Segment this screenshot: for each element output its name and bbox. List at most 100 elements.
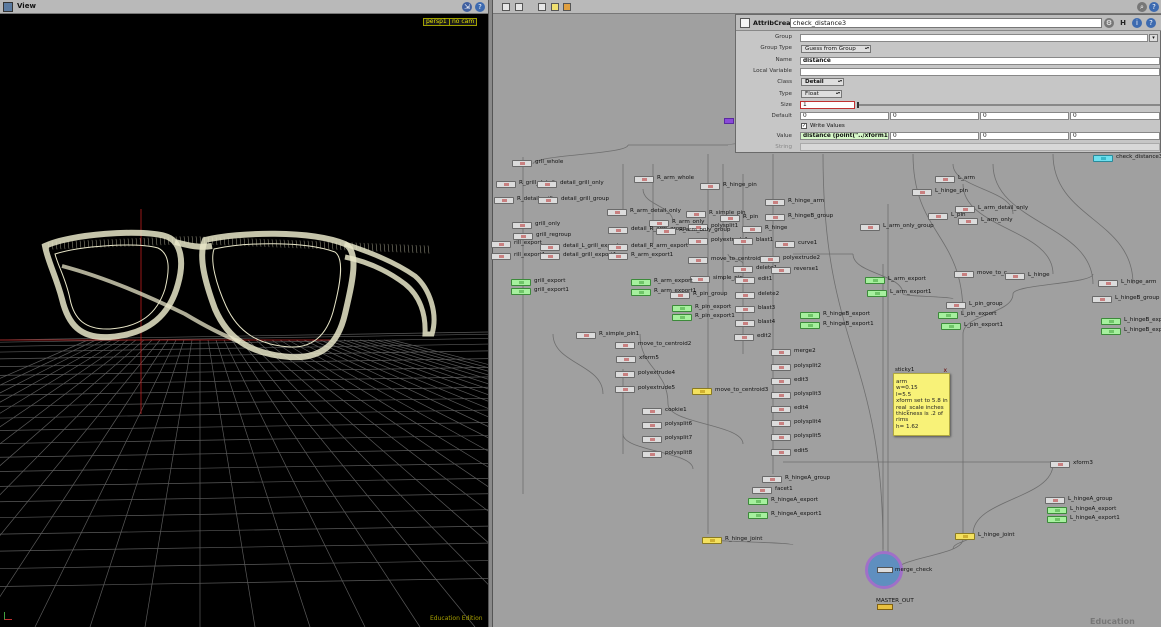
node-tile[interactable]: [512, 222, 532, 229]
node-tile[interactable]: [1101, 328, 1121, 335]
node-tile[interactable]: [537, 181, 557, 188]
houdini-icon[interactable]: H: [1118, 18, 1128, 28]
camera-view-menu[interactable]: persp1: [423, 18, 450, 26]
node-tile[interactable]: [742, 226, 762, 233]
value-field-2[interactable]: 0: [890, 132, 979, 140]
class-menu[interactable]: Detail: [801, 78, 844, 86]
node-tile[interactable]: [735, 292, 755, 299]
node-tile[interactable]: [608, 244, 628, 251]
list-view-icon[interactable]: [502, 3, 510, 11]
default-field-2[interactable]: 0: [890, 112, 979, 120]
node-tile[interactable]: [670, 292, 690, 299]
node-tile[interactable]: [642, 408, 662, 415]
node-tile[interactable]: [735, 320, 755, 327]
local-variable-field[interactable]: [800, 68, 1160, 76]
node-tile[interactable]: [760, 256, 780, 263]
node-tile[interactable]: [631, 279, 651, 286]
node-tile[interactable]: [512, 160, 532, 167]
type-menu[interactable]: Float: [801, 90, 842, 98]
default-field-1[interactable]: 0: [800, 112, 889, 120]
node-tile[interactable]: [538, 197, 558, 204]
node-tile[interactable]: [511, 279, 531, 286]
node-tile[interactable]: [771, 267, 791, 274]
node-tile[interactable]: [672, 314, 692, 321]
node-tile[interactable]: [672, 305, 692, 312]
node-tile[interactable]: [615, 342, 635, 349]
sticky-note-body[interactable]: arm w=0.15 l=5.5 xform set to 5.8 in rea…: [896, 379, 948, 430]
size-slider[interactable]: [858, 104, 1160, 106]
node-tile[interactable]: [771, 406, 791, 413]
node-tile[interactable]: [631, 289, 651, 296]
default-field-3[interactable]: 0: [980, 112, 1069, 120]
node-tile[interactable]: [735, 306, 755, 313]
node-tile[interactable]: [748, 498, 768, 505]
node-tile[interactable]: [771, 434, 791, 441]
tree-view-icon[interactable]: [515, 3, 523, 11]
scene-viewer[interactable]: View ⇲ ? persp1 no cam Education Edition: [0, 0, 488, 627]
node-tile[interactable]: [752, 487, 772, 494]
node-tile[interactable]: [958, 218, 978, 225]
node-tile[interactable]: [616, 356, 636, 363]
search-icon[interactable]: ⌕: [1137, 2, 1147, 12]
write-values-checkbox[interactable]: ✓: [801, 123, 807, 129]
node-tile[interactable]: [1047, 516, 1067, 523]
node-tile[interactable]: [615, 386, 635, 393]
node-tile[interactable]: [771, 364, 791, 371]
node-tile[interactable]: [494, 197, 514, 204]
value-field-4[interactable]: 0: [1070, 132, 1160, 140]
node-tile[interactable]: [576, 332, 596, 339]
size-field[interactable]: 1: [800, 101, 855, 109]
node-tile[interactable]: [762, 476, 782, 483]
node-tile[interactable]: [1098, 280, 1118, 287]
node-tile[interactable]: [540, 244, 560, 251]
node-tile[interactable]: [720, 215, 740, 222]
node-tile[interactable]: [690, 276, 710, 283]
node-tile[interactable]: [771, 420, 791, 427]
node-tile[interactable]: [955, 533, 975, 540]
node-tile[interactable]: [656, 228, 676, 235]
node-tile[interactable]: [860, 224, 880, 231]
node-tile[interactable]: [733, 266, 753, 273]
node-tile[interactable]: [607, 209, 627, 216]
node-tile[interactable]: [496, 181, 516, 188]
close-icon[interactable]: x: [943, 367, 947, 374]
node-tile[interactable]: [865, 277, 885, 284]
info-icon[interactable]: i: [1132, 18, 1142, 28]
node-tile[interactable]: [608, 253, 628, 260]
gear-icon[interactable]: ⚙: [1104, 18, 1114, 28]
view-icon[interactable]: [3, 2, 13, 12]
size-slider-handle[interactable]: [857, 102, 859, 108]
node-tile[interactable]: [912, 189, 932, 196]
node-tile[interactable]: [775, 241, 795, 248]
master-out-node[interactable]: [877, 604, 893, 610]
node-tile[interactable]: [1092, 296, 1112, 303]
node-tile[interactable]: [1045, 497, 1065, 504]
node-tile[interactable]: [935, 176, 955, 183]
camera-menu[interactable]: no cam: [449, 18, 478, 26]
node-tile[interactable]: [688, 257, 708, 264]
pin-icon[interactable]: ⇲: [462, 2, 472, 12]
node-tile[interactable]: [642, 436, 662, 443]
node-tile[interactable]: [1050, 461, 1070, 468]
node-tile[interactable]: [946, 302, 966, 309]
name-field[interactable]: distance: [800, 57, 1160, 65]
node-tile[interactable]: [688, 238, 708, 245]
node-tile[interactable]: [511, 288, 531, 295]
node-tile[interactable]: [513, 233, 533, 240]
group-menu-icon[interactable]: ▾: [1149, 34, 1158, 42]
node-tile[interactable]: [491, 253, 511, 260]
node-tile[interactable]: [642, 422, 662, 429]
node-tile[interactable]: [615, 371, 635, 378]
node-tile[interactable]: [771, 349, 791, 356]
node-tile[interactable]: [702, 537, 722, 544]
node-tile[interactable]: [771, 378, 791, 385]
palette-icon[interactable]: [563, 3, 571, 11]
node-tile[interactable]: [938, 312, 958, 319]
node-tile[interactable]: [540, 253, 560, 260]
display-flag-icon[interactable]: [724, 118, 734, 124]
node-tile[interactable]: [700, 183, 720, 190]
node-tile[interactable]: [765, 214, 785, 221]
default-field-4[interactable]: 0: [1070, 112, 1160, 120]
node-tile[interactable]: [1005, 273, 1025, 280]
node-tile[interactable]: [771, 392, 791, 399]
